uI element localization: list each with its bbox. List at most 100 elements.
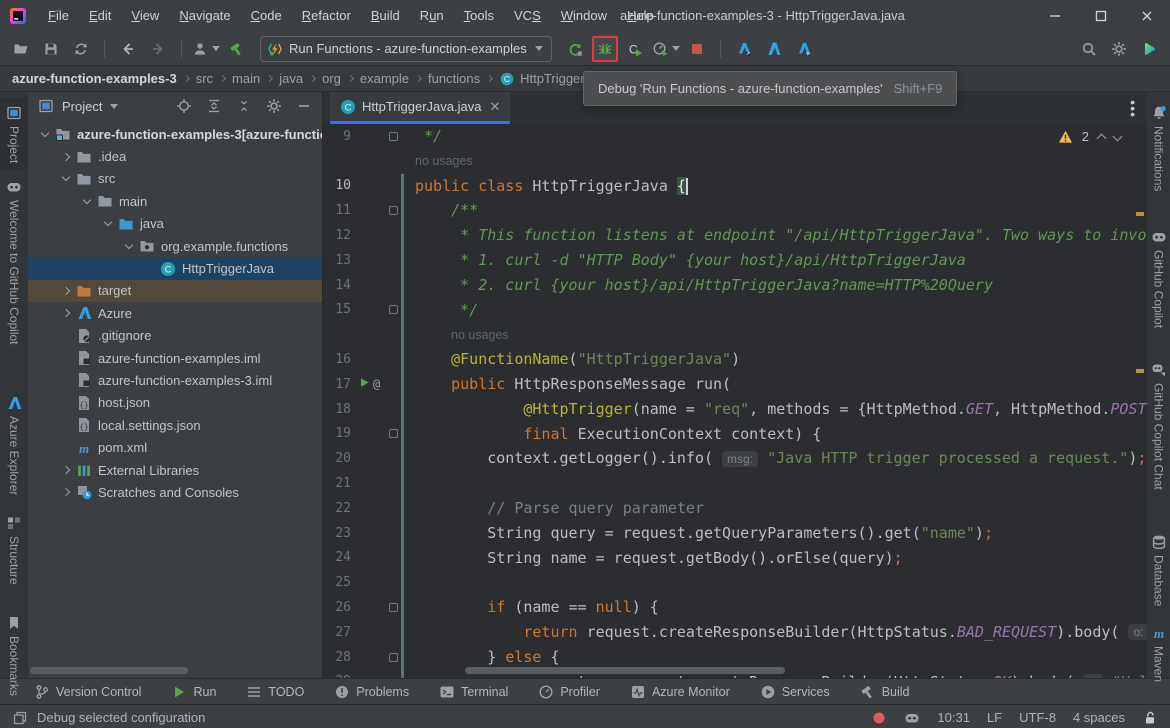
scrollbar-warning-mark[interactable] <box>1136 212 1144 216</box>
code-line-19[interactable]: 19 final ExecutionContext context) { <box>323 421 1147 447</box>
prev-warning-icon[interactable] <box>1096 133 1107 144</box>
user-button[interactable] <box>192 36 220 62</box>
hide-panel-button[interactable] <box>292 94 316 118</box>
back-button[interactable] <box>115 36 141 62</box>
minimize-button[interactable] <box>1032 0 1078 32</box>
scrollbar-warning-mark[interactable] <box>1136 369 1144 373</box>
inlay-usages-row[interactable]: no usages <box>323 322 1147 348</box>
toolwindow-profiler[interactable]: Profiler <box>538 684 600 700</box>
code-line-16[interactable]: 16 @FunctionName("HttpTriggerJava") <box>323 347 1147 372</box>
panel-options-button[interactable] <box>262 94 286 118</box>
collapse-all-button[interactable] <box>232 94 256 118</box>
tool-stripe-welcome-to-github-copilot[interactable]: Welcome to GitHub Copilot <box>0 172 28 352</box>
tree-chevron-icon[interactable] <box>36 128 53 137</box>
plugin-button[interactable] <box>1136 36 1162 62</box>
tree-item-httptriggerjava[interactable]: C HttpTriggerJava <box>28 257 322 280</box>
breadcrumb-item[interactable]: org <box>322 71 341 86</box>
tree-item--idea[interactable]: .idea <box>28 145 322 167</box>
menu-edit[interactable]: Edit <box>79 0 121 32</box>
tool-stripe-notifications[interactable]: Notifications <box>1147 98 1170 198</box>
menu-vcs[interactable]: VCS <box>504 0 551 32</box>
code-line-15[interactable]: 15 */ <box>323 297 1147 323</box>
code-line-13[interactable]: 13 * 1. curl -d "HTTP Body" {your host}/… <box>323 247 1147 273</box>
tree-chevron-icon[interactable] <box>57 309 74 318</box>
tool-stripe-bookmarks[interactable]: Bookmarks <box>0 608 28 703</box>
toolwindow-build[interactable]: Build <box>860 684 909 700</box>
tree-chevron-icon[interactable] <box>57 286 74 296</box>
code-line-26[interactable]: 26 if (name == null) { <box>323 595 1147 620</box>
open-button[interactable] <box>8 36 34 62</box>
breadcrumb-item[interactable]: src <box>196 71 213 86</box>
expand-all-button[interactable] <box>202 94 226 118</box>
tree-item-java[interactable]: java <box>28 213 322 235</box>
run-button[interactable] <box>562 36 588 62</box>
tree-item--gitignore[interactable]: .gitignore <box>28 325 322 347</box>
menu-build[interactable]: Build <box>361 0 410 32</box>
tree-item-src[interactable]: src <box>28 168 322 190</box>
tree-item-azure[interactable]: Azure <box>28 302 322 324</box>
code-line-25[interactable]: 25 <box>323 570 1147 596</box>
menu-file[interactable]: File <box>38 0 79 32</box>
inspections-widget[interactable]: 2 <box>1058 129 1123 144</box>
code-line-24[interactable]: 24 String name = request.getBody().orEls… <box>323 545 1147 571</box>
tree-item-pom-xml[interactable]: m pom.xml <box>28 436 322 458</box>
tree-item-host-json[interactable]: {} host.json <box>28 392 322 414</box>
breadcrumb-item[interactable]: java <box>279 71 303 86</box>
toolwindow-version-control[interactable]: Version Control <box>34 684 141 700</box>
settings-button[interactable] <box>1106 36 1132 62</box>
tree-chevron-icon[interactable] <box>57 465 74 475</box>
tree-item-azure-function-examples-3-iml[interactable]: azure-function-examples-3.iml <box>28 369 322 391</box>
maximize-button[interactable] <box>1078 0 1124 32</box>
search-everywhere-button[interactable] <box>1076 36 1102 62</box>
tree-item-azure-function-examples-3[interactable]: azure-function-examples-3 [azure-functio <box>28 123 322 145</box>
tree-item-scratches-and-consoles[interactable]: Scratches and Consoles <box>28 481 322 503</box>
toolwindow-todo[interactable]: TODO <box>246 684 304 700</box>
project-horizontal-scrollbar[interactable] <box>30 667 188 674</box>
build-button[interactable] <box>224 36 250 62</box>
tool-stripe-project[interactable]: Project <box>0 98 28 171</box>
menu-refactor[interactable]: Refactor <box>292 0 361 32</box>
menu-run[interactable]: Run <box>410 0 454 32</box>
copilot-status-icon[interactable] <box>904 710 920 726</box>
code-line-27[interactable]: 27 return request.createResponseBuilder(… <box>323 619 1147 645</box>
code-line-20[interactable]: 20 context.getLogger().info( msg: "Java … <box>323 446 1147 472</box>
code-line-21[interactable]: 21 <box>323 471 1147 496</box>
code-line-22[interactable]: 22 // Parse query parameter <box>323 495 1147 521</box>
fold-marker-icon[interactable] <box>388 131 398 141</box>
fold-marker-icon[interactable] <box>388 305 398 315</box>
project-view-dropdown[interactable] <box>110 103 119 109</box>
tree-chevron-icon[interactable] <box>57 152 74 161</box>
forward-button[interactable] <box>145 36 171 62</box>
lock-icon[interactable] <box>1142 710 1158 726</box>
code-line-17[interactable]: 17 @ public HttpResponseMessage run( <box>323 371 1147 397</box>
tree-item-azure-function-examples-iml[interactable]: azure-function-examples.iml <box>28 347 322 369</box>
code-line-10[interactable]: 10 public class HttpTriggerJava { <box>323 173 1147 199</box>
inlay-usages-row[interactable]: no usages <box>323 149 1147 174</box>
close-button[interactable] <box>1124 0 1170 32</box>
fold-marker-icon[interactable] <box>388 206 398 216</box>
fold-marker-icon[interactable] <box>388 429 398 439</box>
tree-chevron-icon[interactable] <box>57 488 74 497</box>
editor-options-kebab-icon[interactable]: • • • <box>1130 95 1135 121</box>
menu-navigate[interactable]: Navigate <box>169 0 240 32</box>
tool-stripe-azure-explorer[interactable]: Azure Explorer <box>0 388 28 502</box>
debug-button[interactable] <box>591 35 618 62</box>
run-line-icon[interactable] <box>359 375 370 393</box>
toolwindow-problems[interactable]: Problems <box>334 684 409 700</box>
breadcrumb-item[interactable]: azure-function-examples-3 <box>12 71 177 86</box>
code-line-14[interactable]: 14 * 2. curl {your host}/api/HttpTrigger… <box>323 272 1147 298</box>
recording-dot-icon[interactable] <box>871 710 887 726</box>
code-line-11[interactable]: 11 /** <box>323 198 1147 224</box>
breadcrumb-item[interactable]: example <box>360 71 409 86</box>
tree-chevron-icon[interactable] <box>57 173 74 182</box>
cursor-position[interactable]: 10:31 <box>937 710 970 725</box>
code-line-18[interactable]: 18 @HttpTrigger(name = "req", methods = … <box>323 396 1147 422</box>
tool-window-switcher-icon[interactable] <box>12 710 28 726</box>
tree-item-main[interactable]: main <box>28 190 322 212</box>
tool-stripe-database[interactable]: Database <box>1147 527 1170 613</box>
azure-action-1-button[interactable] <box>731 36 757 62</box>
tab-close-icon[interactable]: ✕ <box>489 99 500 115</box>
tree-chevron-icon[interactable] <box>78 195 95 205</box>
next-warning-icon[interactable] <box>1112 131 1123 142</box>
line-separator[interactable]: LF <box>987 710 1002 725</box>
